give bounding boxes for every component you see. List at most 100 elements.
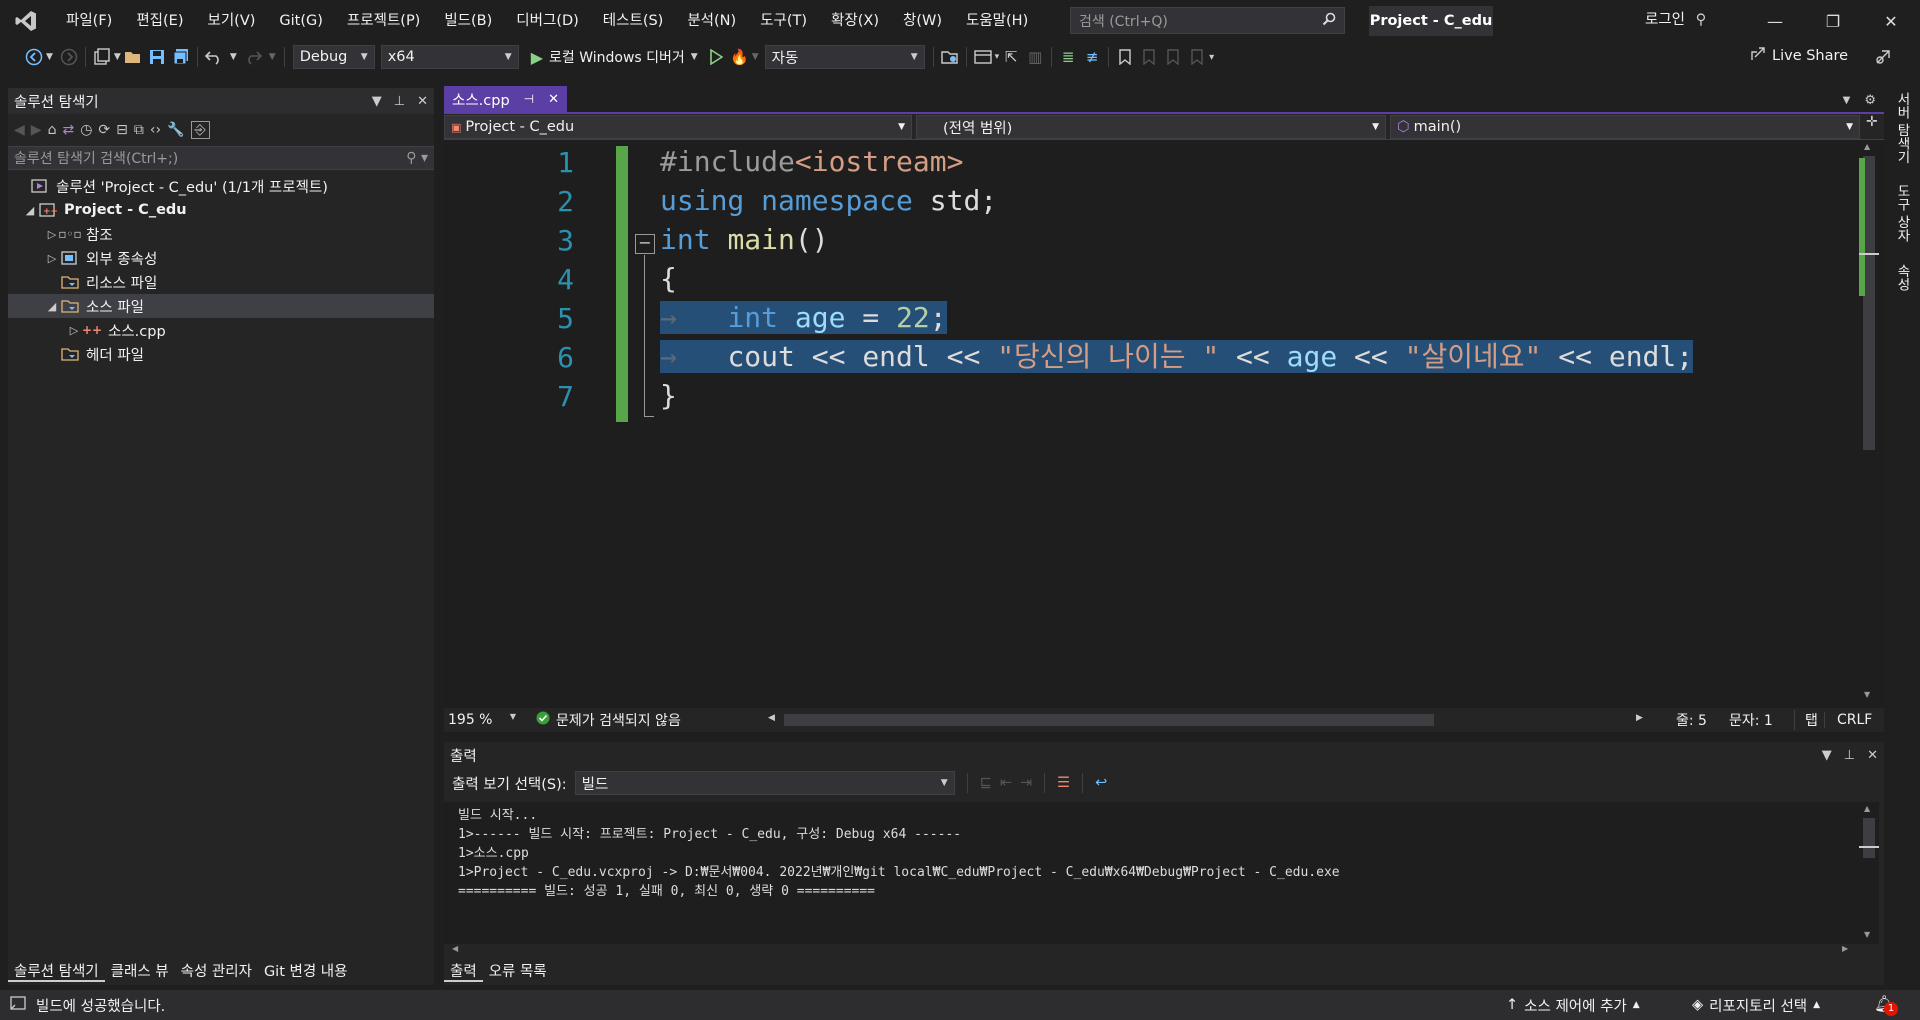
tab-property-manager[interactable]: 속성 관리자 <box>175 958 258 982</box>
preview-selected-icon[interactable]: ⎆ <box>190 121 210 139</box>
navigate-back-icon[interactable] <box>22 45 46 69</box>
menu-test[interactable]: 테스트(S) <box>591 0 676 42</box>
tab-server-explorer[interactable]: 서버 탐색기 <box>1892 92 1912 164</box>
output-vertical-scrollbar[interactable]: ▲ ▼ <box>1859 802 1879 944</box>
tree-item-header-files[interactable]: 헤더 파일 <box>8 342 434 366</box>
scroll-down-icon[interactable]: ▼ <box>1864 930 1870 939</box>
pin-icon[interactable]: ⊥ <box>1844 748 1855 763</box>
menu-build[interactable]: 빌드(B) <box>432 0 504 42</box>
start-without-debugging-icon[interactable] <box>704 45 728 69</box>
menu-file[interactable]: 파일(F) <box>54 0 124 42</box>
tab-git-changes[interactable]: Git 변경 내용 <box>258 958 354 982</box>
redo-dropdown-icon[interactable]: ▼ <box>269 52 276 62</box>
indent-indicator[interactable]: 탭 <box>1794 710 1818 730</box>
clear-bookmarks-icon[interactable] <box>1185 45 1209 69</box>
code-view-icon[interactable]: ‹› <box>150 122 161 138</box>
find-message-icon[interactable]: ⊑ <box>980 775 992 791</box>
tree-item-solution[interactable]: 솔루션 'Project - C_edu' (1/1개 프로젝트) <box>8 174 434 198</box>
project-navigation-select[interactable]: ▣ Project - C_edu ▼ <box>444 115 912 139</box>
save-icon[interactable] <box>145 45 169 69</box>
menu-project[interactable]: 프로젝트(P) <box>335 0 432 42</box>
scroll-left-icon[interactable]: ◀ <box>452 944 458 953</box>
tab-source-cpp[interactable]: 소스.cpp ⊣ ✕ <box>444 86 568 112</box>
pin-icon[interactable]: ⊣ <box>524 92 534 106</box>
expanded-arrow-icon[interactable]: ◢ <box>44 300 60 313</box>
next-bookmark-icon[interactable] <box>1161 45 1185 69</box>
scope-navigation-select[interactable]: (전역 범위) ▼ <box>916 115 1386 139</box>
output-text[interactable]: 빌드 시작... 1>------ 빌드 시작: 프로젝트: Project - … <box>444 802 1859 944</box>
close-window-button[interactable]: ✕ <box>1862 0 1920 42</box>
menu-help[interactable]: 도움말(H) <box>954 0 1040 42</box>
scroll-right-icon[interactable]: ▶ <box>1636 713 1648 723</box>
solution-platform-select[interactable]: x64 ▼ <box>380 45 519 69</box>
output-horizontal-scrollbar[interactable]: ◀ ▶ <box>444 944 1859 956</box>
tree-item-external-dependencies[interactable]: ▷ 외부 종속성 <box>8 246 434 270</box>
tab-output[interactable]: 출력 <box>444 958 483 982</box>
collapse-region-icon[interactable]: − <box>635 234 655 254</box>
split-editor-icon[interactable]: ✛ <box>1866 114 1878 139</box>
toolbar-overflow-icon[interactable]: ▾ <box>1209 52 1214 63</box>
menu-edit[interactable]: 편집(E) <box>124 0 195 42</box>
bookmark-icon[interactable] <box>1113 45 1137 69</box>
undo-icon[interactable] <box>202 45 226 69</box>
open-folder-icon[interactable] <box>121 45 145 69</box>
next-message-icon[interactable]: ⇥ <box>1020 775 1032 791</box>
horizontal-scroll-thumb[interactable] <box>784 714 1434 726</box>
hot-reload-icon[interactable]: 🔥 <box>728 45 752 69</box>
restore-button[interactable]: ❐ <box>1804 0 1862 42</box>
scroll-down-icon[interactable]: ▼ <box>1864 690 1870 699</box>
home-icon[interactable]: ⌂ <box>48 122 57 138</box>
panel-menu-icon[interactable]: ▼ <box>1822 748 1832 763</box>
solution-configuration-select[interactable]: Debug ▼ <box>292 45 375 69</box>
line-ending-indicator[interactable]: CRLF <box>1824 712 1872 728</box>
menu-git[interactable]: Git(G) <box>267 0 335 42</box>
switch-views-icon[interactable]: ⇄ <box>62 122 74 138</box>
redo-icon[interactable] <box>241 45 265 69</box>
tab-toolbox[interactable]: 도구 상자 <box>1892 184 1912 242</box>
clear-all-icon[interactable]: ☰ <box>1057 775 1070 791</box>
new-dropdown-icon[interactable]: ▼ <box>114 52 121 62</box>
comment-lines-icon[interactable]: ≣ <box>1056 45 1080 69</box>
solution-search-input[interactable]: 솔루션 탐색기 검색(Ctrl+;) ⚲ ▾ <box>8 146 434 170</box>
uncomment-lines-icon[interactable]: ≢ <box>1080 45 1104 69</box>
hot-reload-dropdown-icon[interactable]: ▼ <box>752 52 759 62</box>
zoom-select[interactable]: 195 % ▼ <box>444 712 522 728</box>
pending-changes-filter-icon[interactable]: ◷ <box>80 122 92 138</box>
tab-properties[interactable]: 속성 <box>1892 264 1912 291</box>
live-share-button[interactable]: Live Share <box>1750 46 1848 66</box>
collapse-all-icon[interactable]: ⊟ <box>116 122 128 138</box>
previous-bookmark-icon[interactable] <box>1137 45 1161 69</box>
scroll-right-icon[interactable]: ▶ <box>1842 944 1848 953</box>
editor-vertical-scrollbar[interactable]: ▲ ▼ <box>1859 142 1879 702</box>
menu-tools[interactable]: 도구(T) <box>748 0 819 42</box>
pin-icon[interactable]: ⊥ <box>394 94 405 109</box>
feedback-icon[interactable] <box>1874 48 1892 70</box>
word-wrap-icon[interactable]: ↩ <box>1095 775 1107 791</box>
close-icon[interactable]: ✕ <box>417 94 428 109</box>
notifications-button[interactable]: 🔔︎ 1 <box>1874 994 1898 1016</box>
scroll-up-icon[interactable]: ▲ <box>1864 142 1870 151</box>
scroll-left-icon[interactable]: ◀ <box>768 713 780 723</box>
collapsed-arrow-icon[interactable]: ▷ <box>66 324 82 337</box>
login-button[interactable]: 로그인 ⚲ <box>1645 8 1706 29</box>
tab-solution-explorer[interactable]: 솔루션 탐색기 <box>8 958 105 982</box>
add-to-source-control-button[interactable]: ↑ 소스 제어에 추가 ▲ <box>1506 995 1640 1016</box>
properties-icon[interactable]: 🔧 <box>167 122 184 138</box>
debug-target-select[interactable]: 자동 ▼ <box>764 45 925 69</box>
select-repository-button[interactable]: ◈ 리포지토리 선택 ▲ <box>1692 995 1820 1016</box>
navigate-forward-icon[interactable] <box>57 45 81 69</box>
start-debugging-button[interactable]: ▶ 로컬 Windows 디버거 ▼ <box>531 47 698 67</box>
tree-item-resource-files[interactable]: 리소스 파일 <box>8 270 434 294</box>
output-source-select[interactable]: 빌드 ▼ <box>574 771 955 795</box>
tab-error-list[interactable]: 오류 목록 <box>483 958 553 982</box>
panel-menu-icon[interactable]: ▼ <box>372 94 382 109</box>
tree-item-references[interactable]: ▷ ▫◦▫ 참조 <box>8 222 434 246</box>
select-cursor-icon[interactable]: ⇱ <box>999 45 1023 69</box>
issues-indicator[interactable]: 문제가 검색되지 않음 <box>536 710 681 730</box>
menu-extensions[interactable]: 확장(X) <box>819 0 891 42</box>
layout-icon[interactable] <box>971 45 995 69</box>
minimize-button[interactable]: — <box>1746 0 1804 42</box>
close-tab-icon[interactable]: ✕ <box>548 92 559 107</box>
menu-view[interactable]: 보기(V) <box>196 0 268 42</box>
tree-item-source-cpp[interactable]: ▷ ++ 소스.cpp <box>8 318 434 342</box>
